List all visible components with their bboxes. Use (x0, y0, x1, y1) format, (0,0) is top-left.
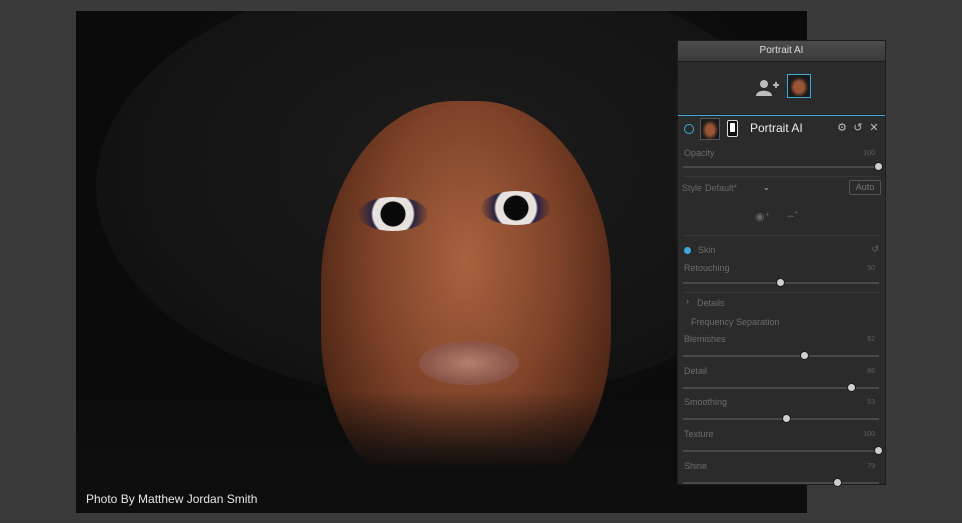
slider-label: Texture (684, 429, 714, 439)
slider-knob[interactable] (874, 446, 883, 455)
filter-thumbnail[interactable] (700, 118, 720, 140)
divider (683, 292, 879, 293)
slider-track[interactable] (683, 446, 883, 455)
undo-icon[interactable]: ↺ (853, 121, 863, 134)
filter-power-icon[interactable] (684, 124, 694, 134)
slider-value: 62 (867, 336, 875, 343)
opacity-slider-knob[interactable] (874, 162, 883, 171)
details-chevron-icon[interactable]: › (686, 296, 689, 306)
slider-knob[interactable] (832, 478, 842, 487)
slider-value: 79 (867, 463, 875, 470)
photo-left-eye (358, 197, 428, 231)
slider-label: Blemishes (684, 334, 726, 344)
chevron-down-icon[interactable]: ⌄ (763, 183, 770, 192)
skin-reset-icon[interactable]: ↺ (871, 244, 879, 255)
photo-right-eye (481, 191, 551, 225)
details-toggle[interactable]: Details (697, 298, 725, 308)
style-dropdown[interactable]: Default* (705, 183, 737, 193)
opacity-slider[interactable] (683, 162, 883, 171)
slider-value: 86 (867, 368, 875, 375)
slider-knob[interactable] (846, 383, 856, 392)
retouching-slider-knob[interactable] (776, 278, 785, 287)
filter-header: Portrait AI ⚙ ↺ ✕ (678, 115, 885, 142)
layers-strip (678, 62, 885, 115)
opacity-label: Opacity (684, 148, 715, 158)
style-label: Style (682, 183, 703, 193)
layer-thumbnail[interactable] (787, 74, 811, 98)
slider-track[interactable] (683, 414, 879, 423)
slider-value: 53 (867, 399, 875, 406)
gear-icon[interactable]: ⚙ (837, 121, 847, 134)
slider-track[interactable] (683, 383, 879, 392)
lips-add-icon[interactable]: ⌢⁺ (787, 210, 798, 223)
divider (683, 176, 879, 177)
photo-credit: Photo By Matthew Jordan Smith (86, 492, 258, 506)
skin-toggle-dot[interactable] (684, 247, 691, 254)
frequency-separation-label: Frequency Separation (691, 317, 780, 327)
slider-label: Smoothing (684, 397, 728, 407)
slider-value: 100 (863, 431, 875, 438)
panel-title: Portrait AI (678, 41, 885, 62)
opacity-value: 100 (863, 150, 875, 157)
eye-add-icon[interactable]: ◉⁺ (755, 210, 770, 223)
slider-label: Shine (684, 461, 708, 471)
auto-button[interactable]: Auto (849, 180, 881, 195)
photo-lips (419, 341, 519, 385)
slider-knob[interactable] (799, 351, 809, 360)
retouching-value: 50 (867, 265, 875, 272)
slider-track[interactable] (683, 478, 879, 487)
add-person-icon[interactable] (756, 79, 780, 97)
divider (683, 235, 879, 236)
close-icon[interactable]: ✕ (869, 121, 879, 134)
portrait-ai-panel: Portrait AI Portrait AI ⚙ ↺ ✕ Opacity 10… (677, 40, 886, 487)
mask-icon[interactable] (727, 120, 738, 137)
slider-knob[interactable] (781, 414, 791, 423)
skin-label: Skin (698, 245, 716, 255)
retouching-label: Retouching (684, 263, 730, 273)
slider-track[interactable] (683, 351, 879, 360)
filter-name: Portrait AI (750, 121, 803, 135)
retouching-slider[interactable] (683, 278, 879, 287)
slider-label: Detail (684, 366, 708, 376)
